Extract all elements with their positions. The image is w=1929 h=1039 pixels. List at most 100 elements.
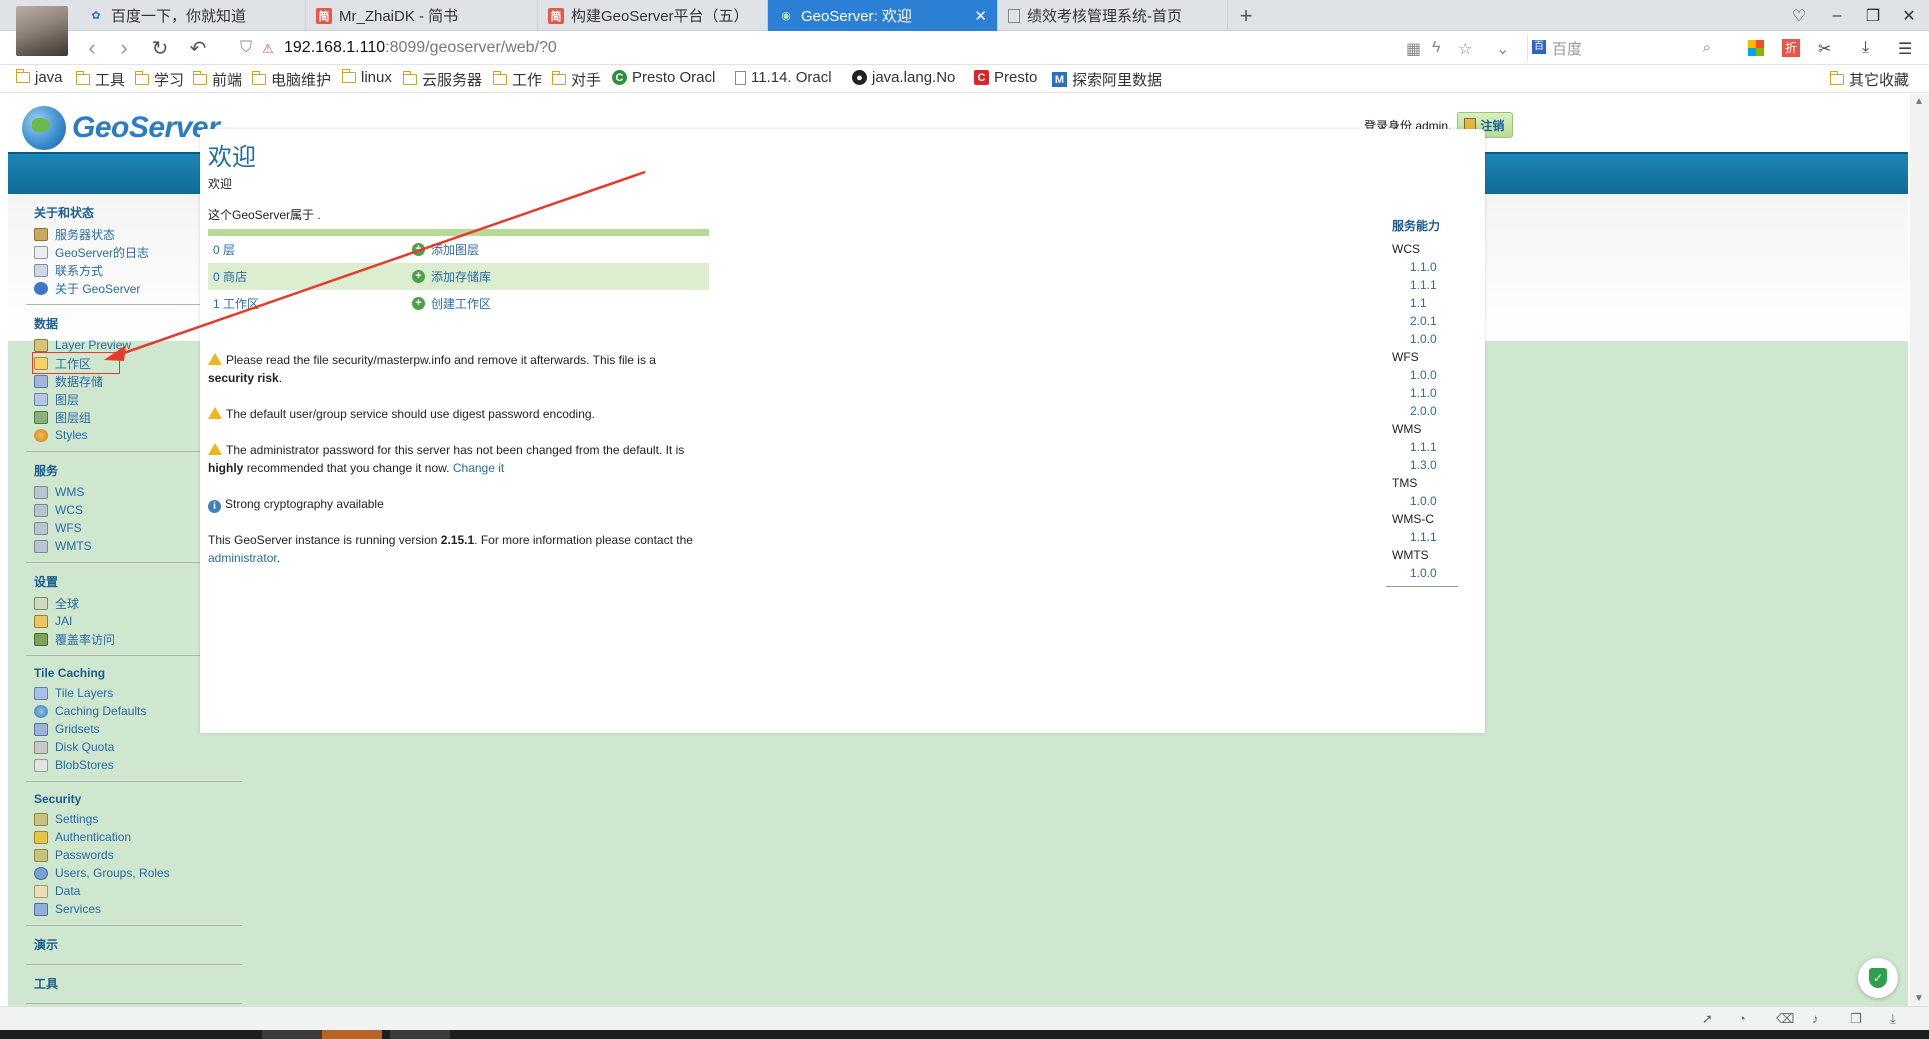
scroll-up-icon[interactable]: ▲ bbox=[1914, 96, 1924, 107]
bookmark-presto-oracle[interactable]: C Presto Oracl bbox=[612, 69, 715, 86]
forward-button[interactable]: › bbox=[110, 35, 138, 61]
nav-label: 数据存储 bbox=[55, 374, 104, 389]
bookmark-folder-work[interactable]: 工作 bbox=[492, 69, 542, 90]
insecure-page-icon: ⚠ bbox=[262, 41, 274, 56]
nav-services-security[interactable]: Services bbox=[34, 900, 242, 918]
restore-button[interactable]: ❐ bbox=[1858, 0, 1888, 31]
change-password-link[interactable]: Change it bbox=[453, 461, 504, 475]
capability-version-link[interactable]: 1.1.1 bbox=[1392, 438, 1468, 456]
nav-data-security[interactable]: Data bbox=[34, 882, 242, 900]
star-icon[interactable]: ☆ bbox=[1458, 39, 1472, 59]
capability-version-link[interactable]: 2.0.0 bbox=[1392, 402, 1468, 420]
download-status-icon[interactable]: ⤓ bbox=[1890, 1011, 1896, 1027]
bookmark-presto[interactable]: C Presto bbox=[974, 69, 1037, 86]
volume-icon[interactable]: ♪ bbox=[1812, 1011, 1819, 1026]
nav-users-groups-roles[interactable]: Users, Groups, Roles bbox=[34, 864, 242, 882]
search-input[interactable]: 百 百度 ⌕ bbox=[1527, 34, 1719, 62]
capability-version-link[interactable]: 1.3.0 bbox=[1392, 456, 1468, 474]
url-input[interactable]: 192.168.1.110:8099/geoserver/web/?0 bbox=[284, 34, 1550, 62]
security-shield-button[interactable]: ✓ bbox=[1858, 958, 1898, 998]
geoserver-logo[interactable]: GeoServer bbox=[22, 106, 220, 150]
chevron-down-icon[interactable]: ⌄ bbox=[1496, 39, 1509, 59]
nav-authentication[interactable]: Authentication bbox=[34, 828, 242, 846]
taskbar-item[interactable] bbox=[322, 1030, 382, 1039]
bookmark-folder-frontend[interactable]: 前端 bbox=[192, 69, 242, 90]
presto-site-icon: C bbox=[612, 70, 627, 85]
nav-label: BlobStores bbox=[55, 758, 114, 772]
skin-icon[interactable]: ♡ bbox=[1784, 0, 1814, 31]
capability-version-link[interactable]: 2.0.1 bbox=[1392, 312, 1468, 330]
taskbar-item[interactable] bbox=[262, 1030, 322, 1039]
qrcode-icon[interactable]: ▦ bbox=[1406, 39, 1421, 59]
apps-icon[interactable] bbox=[1748, 40, 1764, 56]
tab-jianshu-profile[interactable]: 简 Mr_ZhaiDK - 简书 bbox=[306, 0, 538, 31]
tab-jianshu-article[interactable]: 简 构建GeoServer平台（五） bbox=[538, 0, 768, 31]
nav-workspaces[interactable]: 工作区 bbox=[32, 352, 120, 374]
menu-icon[interactable]: ☰ bbox=[1898, 39, 1912, 59]
info-text: Strong cryptography available bbox=[225, 497, 384, 511]
page-scrollbar[interactable]: ▲ ▼ bbox=[1910, 94, 1929, 1006]
nav-group-tools[interactable]: 工具 bbox=[26, 965, 242, 1004]
bookmark-other[interactable]: 其它收藏 bbox=[1829, 69, 1909, 90]
bookmark-folder-java[interactable]: java bbox=[15, 69, 63, 86]
back-button[interactable]: ‹ bbox=[78, 35, 106, 61]
administrator-link[interactable]: administrator bbox=[208, 551, 277, 565]
bookmark-folder-study[interactable]: 学习 bbox=[134, 69, 184, 90]
capability-version-link[interactable]: 1.0.0 bbox=[1392, 492, 1468, 510]
reload-button[interactable]: ↻ bbox=[146, 35, 174, 61]
create-workspace-link[interactable]: + 创建工作区 bbox=[412, 295, 491, 312]
key-icon bbox=[34, 848, 48, 862]
layer-group-icon bbox=[34, 410, 48, 424]
capability-version-link[interactable]: 1.1.1 bbox=[1392, 276, 1468, 294]
speed-icon[interactable]: ◔ bbox=[1738, 1011, 1746, 1026]
bookmark-folder-cloud[interactable]: 云服务器 bbox=[402, 69, 482, 90]
scissors-icon[interactable]: ✂ bbox=[1818, 39, 1831, 59]
undo-close-button[interactable]: ↶ bbox=[184, 35, 212, 61]
tab-performance[interactable]: 绩效考核管理系统-首页 bbox=[998, 0, 1228, 31]
window-icon[interactable]: ❐ bbox=[1850, 1011, 1862, 1027]
capability-version-link[interactable]: 1.1.1 bbox=[1392, 528, 1468, 546]
bookmark-folder-rivals[interactable]: 对手 bbox=[551, 69, 601, 90]
taskbar-item[interactable] bbox=[390, 1030, 450, 1039]
bookmark-folder-tools[interactable]: 工具 bbox=[75, 69, 125, 90]
lightning-icon[interactable]: ϟ bbox=[1432, 39, 1440, 57]
nav-blobstores[interactable]: BlobStores bbox=[34, 756, 242, 774]
rocket-icon[interactable]: ➚ bbox=[1702, 1011, 1713, 1027]
bookmark-label: Presto Oracl bbox=[632, 69, 716, 86]
bookmark-folder-maintenance[interactable]: 电脑维护 bbox=[251, 69, 331, 90]
bookmark-oracle-docs[interactable]: 11.14. Oracl bbox=[735, 69, 832, 86]
capability-version-link[interactable]: 1.0.0 bbox=[1392, 330, 1468, 348]
nav-group-demos[interactable]: 演示 bbox=[26, 926, 242, 965]
new-tab-button[interactable]: + bbox=[1235, 0, 1257, 31]
nav-security-settings[interactable]: Settings bbox=[34, 810, 242, 828]
capability-version-link[interactable]: 1.0.0 bbox=[1392, 564, 1468, 582]
capability-service-name: WMS-C bbox=[1392, 512, 1434, 526]
bookmark-aliyun-data[interactable]: M 探索阿里数据 bbox=[1052, 69, 1162, 90]
tab-baidu[interactable]: ✿ 百度一下，你就知道 bbox=[78, 0, 306, 31]
nav-group-security: Security Settings Authentication Passwor… bbox=[26, 782, 242, 926]
bookmark-folder-linux[interactable]: linux bbox=[341, 69, 392, 86]
tab-geoserver[interactable]: ◉ GeoServer: 欢迎 ✕ bbox=[768, 0, 998, 31]
search-icon[interactable]: ⌕ bbox=[1703, 39, 1711, 56]
download-icon[interactable]: ⤓ bbox=[1862, 39, 1869, 57]
scroll-down-icon[interactable]: ▼ bbox=[1914, 993, 1924, 1004]
trash-icon[interactable]: ⌫ bbox=[1776, 1011, 1794, 1027]
workspaces-count-link[interactable]: 1 工作区 bbox=[208, 295, 412, 312]
add-layer-link[interactable]: + 添加图层 bbox=[412, 241, 479, 258]
close-window-button[interactable]: ✕ bbox=[1894, 0, 1924, 31]
bookmark-github[interactable]: ● java.lang.No bbox=[852, 69, 955, 86]
layers-count-link[interactable]: 0 层 bbox=[208, 241, 412, 258]
add-store-link[interactable]: + 添加存储库 bbox=[412, 268, 491, 285]
discount-icon[interactable]: 折 bbox=[1782, 39, 1800, 57]
capability-version-link[interactable]: 1.1 bbox=[1392, 294, 1468, 312]
nav-disk-quota[interactable]: Disk Quota bbox=[34, 738, 242, 756]
capability-version-link[interactable]: 1.1.0 bbox=[1392, 384, 1468, 402]
nav-label: 联系方式 bbox=[55, 263, 104, 278]
nav-passwords[interactable]: Passwords bbox=[34, 846, 242, 864]
capability-version-link[interactable]: 1.0.0 bbox=[1392, 366, 1468, 384]
minimize-button[interactable]: – bbox=[1822, 0, 1852, 31]
user-avatar[interactable] bbox=[16, 6, 68, 56]
close-tab-icon[interactable]: ✕ bbox=[974, 7, 987, 25]
stores-count-link[interactable]: 0 商店 bbox=[208, 268, 412, 285]
capability-version-link[interactable]: 1.1.0 bbox=[1392, 258, 1468, 276]
